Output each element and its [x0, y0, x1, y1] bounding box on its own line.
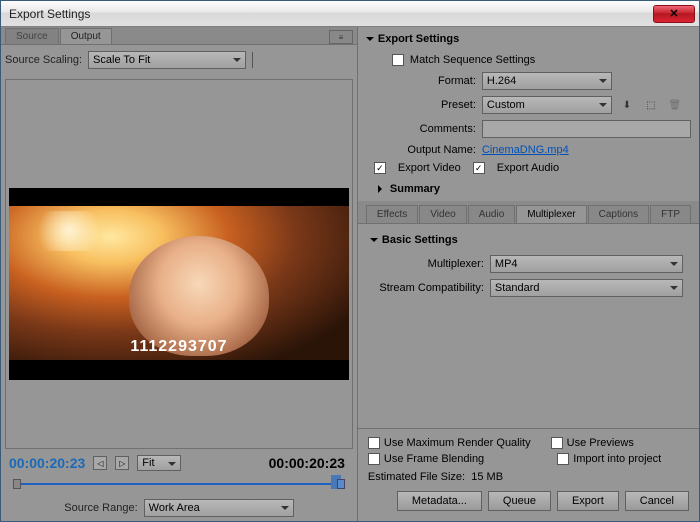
- lens-flare: [29, 211, 109, 251]
- queue-button[interactable]: Queue: [488, 491, 551, 511]
- right-panel: Export Settings Match Sequence Settings …: [358, 27, 699, 521]
- tab-captions[interactable]: Captions: [588, 205, 649, 223]
- frame-blend-label: Use Frame Blending: [384, 453, 484, 465]
- multiplexer-dropdown[interactable]: MP4: [490, 255, 683, 273]
- close-icon: ✕: [669, 7, 678, 20]
- divider-icon: [252, 52, 256, 68]
- match-sequence-checkbox[interactable]: [392, 54, 404, 66]
- export-settings-window: Export Settings ✕ Source Output ≡ Source…: [0, 0, 700, 522]
- panel-menu-icon[interactable]: ≡: [329, 30, 353, 44]
- tab-effects[interactable]: Effects: [366, 205, 418, 223]
- summary-header[interactable]: Summary: [358, 177, 699, 201]
- prev-frame-button[interactable]: ◁: [93, 456, 107, 470]
- output-name-link[interactable]: CinemaDNG.mp4: [482, 144, 569, 156]
- video-preview: 1112293707: [9, 188, 349, 380]
- export-audio-checkbox[interactable]: ✓: [473, 162, 485, 174]
- watermark-text: 1112293707: [130, 338, 227, 356]
- format-dropdown[interactable]: H.264: [482, 72, 612, 90]
- chevron-down-icon: [366, 37, 374, 45]
- frame-blend-checkbox[interactable]: [368, 453, 380, 465]
- preset-label: Preset:: [366, 99, 476, 111]
- save-preset-icon[interactable]: ⬇: [618, 97, 636, 113]
- close-button[interactable]: ✕: [653, 5, 695, 23]
- import-project-checkbox[interactable]: [557, 453, 569, 465]
- out-handle[interactable]: [337, 479, 345, 489]
- source-range-dropdown[interactable]: Work Area: [144, 499, 294, 517]
- comments-label: Comments:: [366, 123, 476, 135]
- tab-output[interactable]: Output: [60, 28, 112, 44]
- basic-settings-header[interactable]: Basic Settings: [366, 228, 691, 252]
- video-image: [9, 206, 349, 360]
- format-label: Format:: [366, 75, 476, 87]
- match-sequence-label: Match Sequence Settings: [410, 54, 535, 66]
- tab-multiplexer[interactable]: Multiplexer: [516, 205, 586, 223]
- export-audio-label: Export Audio: [497, 162, 559, 174]
- delete-preset-icon[interactable]: 🗑: [666, 97, 684, 113]
- multiplexer-label: Multiplexer:: [374, 258, 484, 270]
- source-range-label: Source Range:: [64, 502, 137, 514]
- tab-source[interactable]: Source: [5, 28, 59, 44]
- chevron-right-icon: [378, 185, 386, 193]
- stream-compat-label: Stream Compatibility:: [374, 282, 484, 294]
- in-handle[interactable]: [13, 479, 21, 489]
- comments-input[interactable]: [482, 120, 691, 138]
- out-timecode: 00:00:20:23: [269, 455, 345, 471]
- preset-dropdown[interactable]: Custom: [482, 96, 612, 114]
- use-previews-checkbox[interactable]: [551, 437, 563, 449]
- source-scaling-label: Source Scaling:: [5, 54, 82, 66]
- max-quality-checkbox[interactable]: [368, 437, 380, 449]
- export-settings-header[interactable]: Export Settings: [358, 27, 699, 51]
- chevron-down-icon: [370, 238, 378, 246]
- bottom-section: Use Maximum Render Quality Use Previews …: [358, 428, 699, 521]
- cancel-button[interactable]: Cancel: [625, 491, 689, 511]
- timecode-row: 00:00:20:23 ◁ ▷ Fit 00:00:20:23: [1, 453, 357, 473]
- import-project-label: Import into project: [573, 453, 661, 465]
- tab-audio[interactable]: Audio: [468, 205, 516, 223]
- next-frame-button[interactable]: ▷: [115, 456, 129, 470]
- estimated-size: Estimated File Size: 15 MB: [368, 467, 689, 487]
- left-panel: Source Output ≡ Source Scaling: Scale To…: [1, 27, 358, 521]
- window-title: Export Settings: [9, 7, 90, 21]
- zoom-fit-dropdown[interactable]: Fit: [137, 455, 181, 471]
- tab-video[interactable]: Video: [419, 205, 466, 223]
- in-timecode[interactable]: 00:00:20:23: [9, 455, 85, 471]
- left-tabs: Source Output ≡: [1, 27, 357, 45]
- export-button[interactable]: Export: [557, 491, 619, 511]
- basic-settings-section: Basic Settings Multiplexer: MP4 Stream C…: [358, 224, 699, 428]
- metadata-button[interactable]: Metadata...: [397, 491, 482, 511]
- export-video-label: Export Video: [398, 162, 461, 174]
- import-preset-icon[interactable]: ⬚: [642, 97, 660, 113]
- source-scaling-dropdown[interactable]: Scale To Fit: [88, 51, 246, 69]
- use-previews-label: Use Previews: [567, 437, 634, 449]
- titlebar: Export Settings ✕: [1, 1, 699, 27]
- tab-ftp[interactable]: FTP: [650, 205, 691, 223]
- timeline-slider[interactable]: [9, 475, 349, 493]
- track-line: [17, 483, 341, 485]
- stream-compat-dropdown[interactable]: Standard: [490, 279, 683, 297]
- output-name-label: Output Name:: [366, 144, 476, 156]
- export-video-checkbox[interactable]: ✓: [374, 162, 386, 174]
- preview-area: 1112293707: [5, 79, 353, 449]
- settings-tabs: Effects Video Audio Multiplexer Captions…: [358, 201, 699, 224]
- max-quality-label: Use Maximum Render Quality: [384, 437, 531, 449]
